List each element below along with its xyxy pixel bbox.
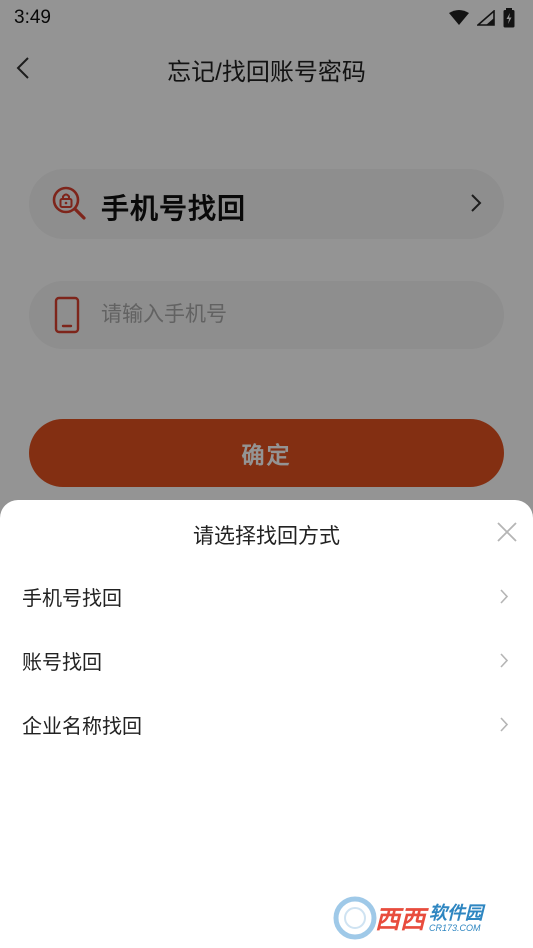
watermark-en: CR173.COM <box>429 922 481 933</box>
site-watermark: 西西 软件园 CR173.COM <box>333 896 515 940</box>
watermark-side: 软件园 CR173.COM <box>429 904 483 933</box>
option-label: 手机号找回 <box>22 587 122 610</box>
chevron-right-icon <box>500 653 509 668</box>
close-icon[interactable] <box>495 520 519 544</box>
option-label: 企业名称找回 <box>22 715 142 738</box>
watermark-main: 西西 <box>375 906 426 934</box>
chevron-right-icon <box>500 717 509 732</box>
option-label: 账号找回 <box>22 651 102 674</box>
option-account-recovery[interactable]: 账号找回 <box>0 628 533 692</box>
watermark-logo-icon <box>333 896 377 940</box>
sheet-title: 请选择找回方式 <box>193 525 340 548</box>
option-list: 手机号找回 账号找回 企业名称找回 <box>0 564 533 756</box>
option-company-recovery[interactable]: 企业名称找回 <box>0 692 533 756</box>
recovery-method-sheet: 请选择找回方式 手机号找回 账号找回 企业名称找回 西西 软件园 CR173.C… <box>0 500 533 948</box>
option-phone-recovery[interactable]: 手机号找回 <box>0 564 533 628</box>
chevron-right-icon <box>500 589 509 604</box>
watermark-cn: 软件园 <box>429 902 484 923</box>
